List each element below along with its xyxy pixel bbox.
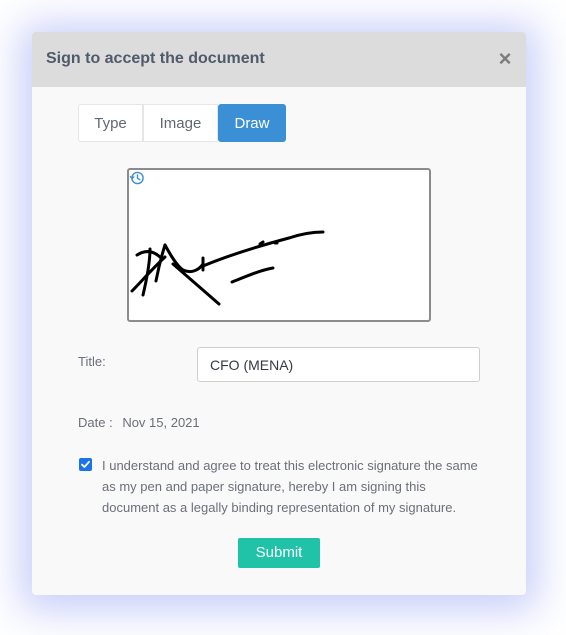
title-label: Title: [78, 354, 106, 369]
date-row: Date : Nov 15, 2021 [78, 415, 200, 430]
date-value: Nov 15, 2021 [122, 415, 200, 430]
tab-image[interactable]: Image [143, 104, 218, 142]
signature-drawing [130, 230, 325, 306]
consent-checkbox[interactable] [79, 458, 92, 471]
tab-draw[interactable]: Draw [218, 104, 286, 142]
consent-text: I understand and agree to treat this ele… [102, 458, 478, 515]
signature-pad[interactable] [127, 168, 431, 322]
sign-dialog: Sign to accept the document × Type Image… [32, 32, 526, 595]
dialog-header: Sign to accept the document × [32, 32, 526, 87]
date-label: Date : [78, 415, 113, 430]
submit-button[interactable]: Submit [238, 538, 320, 568]
title-input[interactable] [197, 347, 480, 382]
history-icon[interactable] [129, 170, 145, 186]
checkmark-icon [81, 460, 90, 468]
tab-type[interactable]: Type [78, 104, 143, 142]
close-icon[interactable]: × [494, 48, 516, 70]
dialog-title: Sign to accept the document [46, 50, 265, 67]
